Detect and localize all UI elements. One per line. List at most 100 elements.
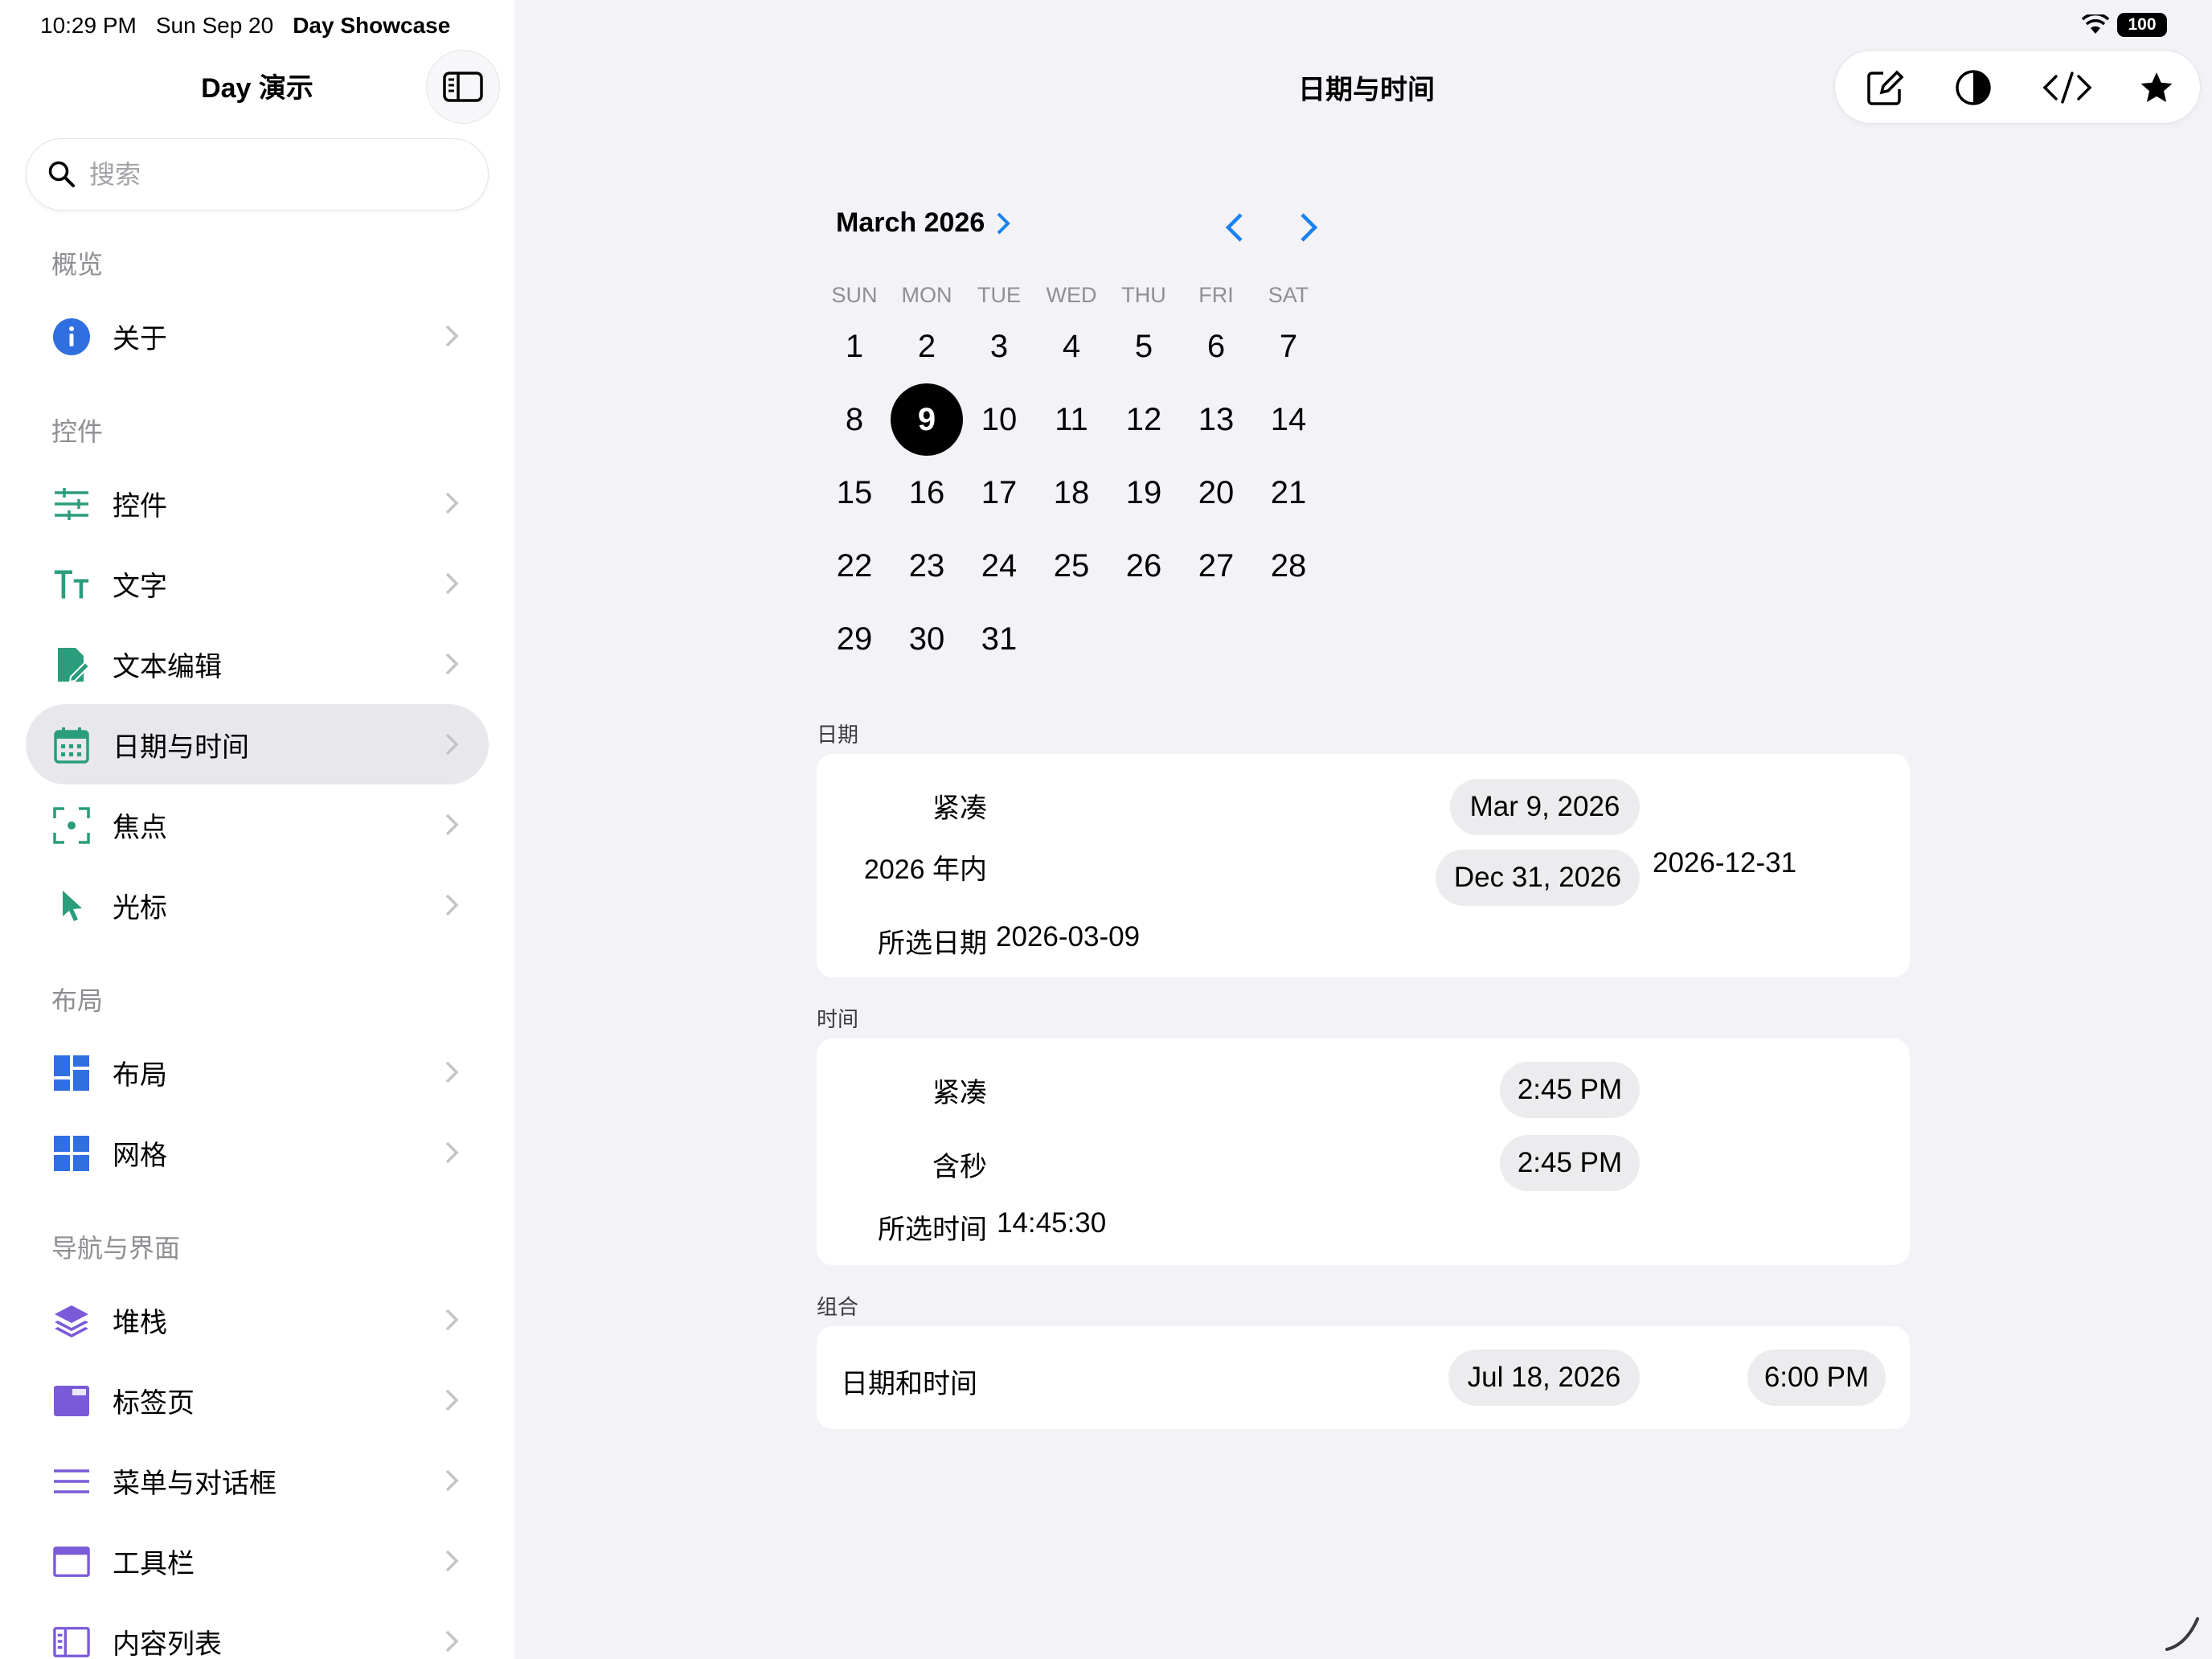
sidebar-item-label: 菜单与对话框: [113, 1468, 276, 1499]
calendar-day[interactable]: 31: [963, 603, 1035, 675]
calendar-day[interactable]: 4: [1035, 310, 1108, 383]
in-year-date-label: 2026 年内: [863, 854, 987, 885]
search-icon: [48, 161, 75, 187]
time-card: 紧凑 2:45 PM 含秒 2:45 PM 所选时间 14:45:30: [817, 1038, 1910, 1265]
sidebar-item-focus[interactable]: 焦点: [26, 784, 489, 865]
compose-icon: [1867, 70, 1904, 105]
combined-date-picker[interactable]: Jul 18, 2026: [1448, 1350, 1640, 1406]
compact-time-picker[interactable]: 2:45 PM: [1500, 1062, 1640, 1118]
next-month-button[interactable]: [1292, 207, 1325, 248]
calendar-day[interactable]: 27: [1180, 530, 1252, 602]
sidebar-item-label: 堆栈: [113, 1307, 167, 1338]
sidebar-item-cursor[interactable]: 光标: [26, 865, 489, 945]
code-icon: [2042, 72, 2092, 104]
sidebar-item-controls[interactable]: 控件: [26, 463, 489, 543]
calendar-day[interactable]: 15: [818, 457, 891, 529]
calendar-day[interactable]: 26: [1108, 530, 1180, 602]
calendar-day[interactable]: 19: [1108, 457, 1180, 529]
code-button[interactable]: [2039, 67, 2095, 109]
calendar-day-selected[interactable]: 9: [891, 383, 963, 456]
sidebar-item-layout[interactable]: 布局: [26, 1032, 489, 1112]
chevron-right-icon: [445, 733, 459, 756]
content-list-icon: [53, 1624, 90, 1659]
combined-section-header: 组合: [817, 1295, 859, 1319]
weekday-label: THU: [1121, 283, 1166, 307]
weekday-label: SAT: [1268, 283, 1309, 307]
calendar-day[interactable]: 28: [1252, 530, 1325, 602]
sidebar-item-date-time[interactable]: 日期与时间: [26, 704, 489, 784]
sidebar-item-label: 日期与时间: [113, 731, 249, 763]
sidebar-item-label: 焦点: [113, 812, 167, 843]
calendar-day[interactable]: 3: [963, 310, 1035, 383]
menu-icon: [53, 1463, 90, 1500]
calendar-day[interactable]: 7: [1252, 310, 1325, 383]
weekday-label: MON: [901, 283, 952, 307]
page-title: 日期与时间: [1298, 75, 1435, 105]
appearance-button[interactable]: [1952, 67, 1994, 109]
sidebar-item-label: 光标: [113, 892, 167, 924]
calendar-day[interactable]: 23: [891, 530, 963, 602]
date-card: 紧凑 Mar 9, 2026 2026 年内 Dec 31, 2026 2026…: [817, 754, 1910, 977]
seconds-time-label: 含秒: [932, 1152, 987, 1182]
combined-card: 日期和时间 Jul 18, 2026 6:00 PM: [817, 1326, 1910, 1429]
toolbar: [1834, 50, 2201, 124]
calendar-day[interactable]: 5: [1108, 310, 1180, 383]
star-icon: [2140, 72, 2173, 102]
resize-handle-icon[interactable]: [2162, 1612, 2202, 1653]
calendar-day[interactable]: 11: [1035, 383, 1108, 456]
search-input[interactable]: [88, 158, 441, 190]
calendar-day[interactable]: 29: [818, 603, 891, 675]
sidebar-item-label: 关于: [113, 323, 167, 354]
calendar-day[interactable]: 14: [1252, 383, 1325, 456]
calendar-day[interactable]: 8: [818, 383, 891, 456]
weekday-label: FRI: [1198, 283, 1234, 307]
sidebar-item-label: 网格: [113, 1140, 167, 1171]
compact-date-picker[interactable]: Mar 9, 2026: [1450, 779, 1640, 835]
sidebar-item-grid[interactable]: 网格: [26, 1112, 489, 1193]
favorite-button[interactable]: [2136, 67, 2177, 109]
in-year-date-picker[interactable]: Dec 31, 2026: [1436, 850, 1640, 906]
calendar-day[interactable]: 10: [963, 383, 1035, 456]
calendar-day[interactable]: 18: [1035, 457, 1108, 529]
combined-time-picker[interactable]: 6:00 PM: [1747, 1350, 1886, 1406]
calendar-day[interactable]: 6: [1180, 310, 1252, 383]
sidebar-toggle-button[interactable]: [426, 50, 500, 124]
text-size-icon: [53, 566, 90, 603]
contrast-icon: [1956, 70, 1991, 105]
seconds-time-picker[interactable]: 2:45 PM: [1500, 1135, 1640, 1191]
sidebar-item-content-list[interactable]: 内容列表: [26, 1601, 489, 1659]
sidebar-item-toolbar[interactable]: 工具栏: [26, 1521, 489, 1601]
calendar-day[interactable]: 20: [1180, 457, 1252, 529]
sidebar-item-tabs[interactable]: 标签页: [26, 1360, 489, 1440]
focus-icon: [53, 807, 90, 844]
weekday-label: SUN: [831, 283, 878, 307]
calendar-day[interactable]: 30: [891, 603, 963, 675]
calendar-day[interactable]: 1: [818, 310, 891, 383]
search-field[interactable]: [26, 138, 489, 211]
selected-date-label: 所选日期: [878, 928, 987, 959]
sidebar-item-about[interactable]: 关于: [26, 296, 489, 376]
sidebar-item-text[interactable]: 文字: [26, 543, 489, 624]
calendar-day[interactable]: 16: [891, 457, 963, 529]
grid-icon: [53, 1135, 90, 1172]
weekday-label: WED: [1046, 283, 1097, 307]
calendar-day[interactable]: 13: [1180, 383, 1252, 456]
chevron-right-icon: [445, 1309, 459, 1331]
sidebar-item-text-edit[interactable]: 文本编辑: [26, 624, 489, 704]
month-selector[interactable]: March 2026: [836, 207, 1011, 239]
sidebar-item-stack[interactable]: 堆栈: [26, 1280, 489, 1360]
calendar-day[interactable]: 25: [1035, 530, 1108, 602]
calendar-day[interactable]: 21: [1252, 457, 1325, 529]
chevron-right-icon: [445, 894, 459, 916]
sidebar-item-menus[interactable]: 菜单与对话框: [26, 1440, 489, 1521]
calendar-day[interactable]: 17: [963, 457, 1035, 529]
chevron-right-icon: [445, 813, 459, 836]
calendar-day[interactable]: 12: [1108, 383, 1180, 456]
compose-button[interactable]: [1864, 67, 1906, 109]
sidebar: 10:29 PM Sun Sep 20 Day Showcase Day 演示 …: [0, 0, 514, 1659]
calendar-day[interactable]: 2: [891, 310, 963, 383]
chevron-right-icon: [445, 1389, 459, 1411]
calendar-day[interactable]: 24: [963, 530, 1035, 602]
calendar-day[interactable]: 22: [818, 530, 891, 602]
previous-month-button[interactable]: [1219, 207, 1251, 248]
